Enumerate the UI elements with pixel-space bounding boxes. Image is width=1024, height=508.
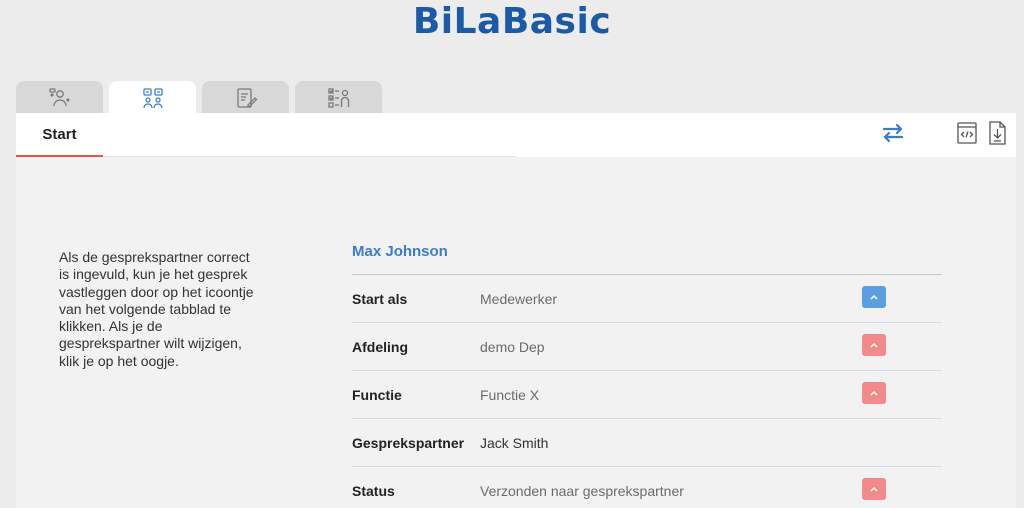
tab-edit[interactable]: [202, 81, 289, 115]
person-name: Max Johnson: [352, 243, 448, 260]
content-panel: Start Als de gesprekspartner correct is …: [16, 113, 1016, 508]
detail-row-gesprekspartner: Gesprekspartner Jack Smith: [352, 419, 942, 467]
help-text: Als de gesprekspartner correct is ingevu…: [59, 249, 254, 369]
detail-label: Functie: [352, 387, 402, 403]
detail-value: Jack Smith: [480, 435, 549, 451]
panel-header: Start: [16, 113, 1016, 157]
header-divider: [103, 156, 516, 157]
detail-row-afdeling: Afdeling demo Dep: [352, 323, 942, 371]
tab-conversation[interactable]: [109, 81, 196, 117]
checklist-person-icon: [327, 88, 349, 108]
detail-label: Status: [352, 483, 395, 499]
person-swap-icon: [48, 88, 70, 107]
main-tabs: [16, 81, 382, 117]
code-document-icon[interactable]: [956, 121, 978, 145]
people-chat-icon: [142, 88, 163, 109]
swap-arrows-icon[interactable]: [880, 122, 906, 144]
start-tab[interactable]: Start: [16, 113, 103, 157]
download-document-icon[interactable]: [986, 120, 1008, 146]
document-edit-icon: [236, 88, 257, 108]
expand-button[interactable]: [862, 286, 886, 308]
details-table: Start als Medewerker Afdeling demo Dep F…: [352, 274, 942, 508]
tab-checklist[interactable]: [295, 81, 382, 115]
detail-value: Medewerker: [480, 291, 558, 307]
detail-row-functie: Functie Functie X: [352, 371, 942, 419]
detail-label: Gesprekspartner: [352, 435, 465, 451]
expand-button[interactable]: [862, 382, 886, 404]
detail-value: demo Dep: [480, 339, 545, 355]
detail-row-status: Status Verzonden naar gesprekspartner: [352, 467, 942, 508]
expand-button[interactable]: [862, 334, 886, 356]
chevron-up-icon: [870, 486, 878, 492]
chevron-up-icon: [870, 390, 878, 396]
detail-row-start-als: Start als Medewerker: [352, 275, 942, 323]
detail-value: Verzonden naar gesprekspartner: [480, 483, 684, 499]
chevron-up-icon: [870, 342, 878, 348]
detail-label: Start als: [352, 291, 408, 307]
expand-button[interactable]: [862, 478, 886, 500]
chevron-up-icon: [870, 294, 878, 300]
detail-label: Afdeling: [352, 339, 408, 355]
detail-value: Functie X: [480, 387, 540, 403]
app-title: BiLaBasic: [412, 1, 612, 42]
tab-persons[interactable]: [16, 81, 103, 115]
